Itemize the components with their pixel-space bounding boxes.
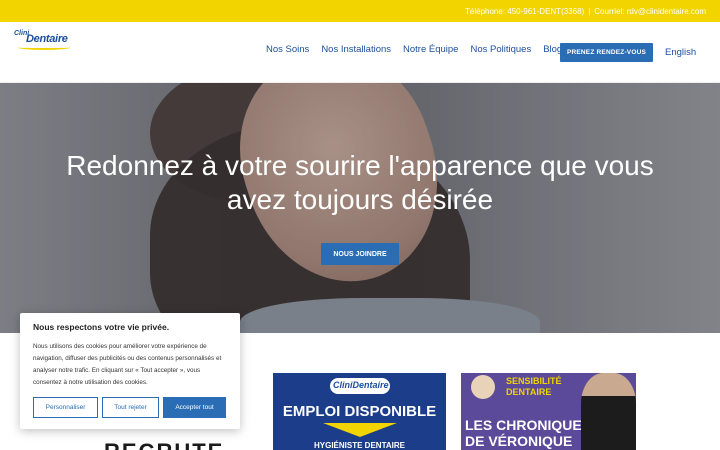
job-card-title: EMPLOI DISPONIBLE [282, 403, 437, 420]
recruit-card-text[interactable]: RECRUTE [104, 439, 224, 450]
top-contact-bar: Téléphone: 450-961-DENT(3368) | Courriel… [0, 0, 720, 22]
job-card-triangle-icon [323, 423, 397, 437]
nav-item-nos-politiques[interactable]: Nos Politiques [470, 44, 531, 55]
blog-card-title-line1: LES CHRONIQUES [465, 417, 592, 433]
blog-chronicle-card[interactable]: SENSIBILITÉ DENTAIRE LES CHRONIQUES DE V… [461, 373, 636, 450]
nav-item-notre-equipe[interactable]: Notre Équipe [403, 44, 458, 55]
logo-part2: Dentaire [26, 33, 68, 45]
cookie-body: Nous utilisons des cookies pour améliore… [33, 343, 222, 386]
separator: | [588, 6, 591, 16]
customize-cookies-button[interactable]: Personnaliser [33, 397, 98, 418]
reject-all-button[interactable]: Tout rejeter [102, 397, 159, 418]
cookie-title: Nous respectons votre vie privée. [33, 322, 170, 332]
blog-card-title: LES CHRONIQUES DE VÉRONIQUE [465, 417, 591, 449]
phone-text[interactable]: Téléphone: 450-961-DENT(3368) [465, 7, 584, 16]
cookie-consent-dialog: Nous respectons votre vie privée. Nous u… [20, 313, 240, 429]
site-logo[interactable]: Clini Dentaire [14, 30, 74, 52]
main-navbar: Clini Dentaire Nos Soins Nos Installatio… [0, 22, 720, 83]
blog-card-tag-line1: SENSIBILITÉ [506, 376, 562, 386]
blog-card-title-line2: DE VÉRONIQUE [465, 433, 573, 449]
job-card-logo-text: CliniDentaire [333, 380, 389, 390]
blog-card-avatar [471, 375, 495, 399]
blog-card-tag: SENSIBILITÉ DENTAIRE [506, 376, 562, 398]
blog-card-person-photo [581, 373, 636, 450]
nav-item-nos-installations[interactable]: Nos Installations [321, 44, 391, 55]
logo-swoosh-icon [18, 45, 70, 50]
hero-heading: Redonnez à votre sourire l'apparence que… [66, 150, 654, 215]
main-menu: Nos Soins Nos Installations Notre Équipe… [266, 44, 585, 55]
blog-card-tag-line2: DENTAIRE [506, 387, 552, 397]
job-card-subtitle: HYGIÉNISTE DENTAIRE [314, 441, 405, 450]
accept-all-button[interactable]: Accepter tout [163, 397, 226, 418]
hero-banner: Redonnez à votre sourire l'apparence que… [0, 83, 720, 333]
language-switch-link[interactable]: English [665, 47, 696, 58]
job-opening-card[interactable]: CliniDentaire EMPLOI DISPONIBLE HYGIÉNIS… [273, 373, 446, 450]
cookie-buttons: Personnaliser Tout rejeter Accepter tout [33, 397, 226, 418]
email-text[interactable]: Courriel: rdv@clinidentaire.com [594, 7, 706, 16]
book-appointment-button[interactable]: PRENEZ RENDEZ-VOUS [560, 43, 653, 62]
contact-us-button[interactable]: NOUS JOINDRE [321, 243, 399, 265]
nav-item-nos-soins[interactable]: Nos Soins [266, 44, 309, 55]
